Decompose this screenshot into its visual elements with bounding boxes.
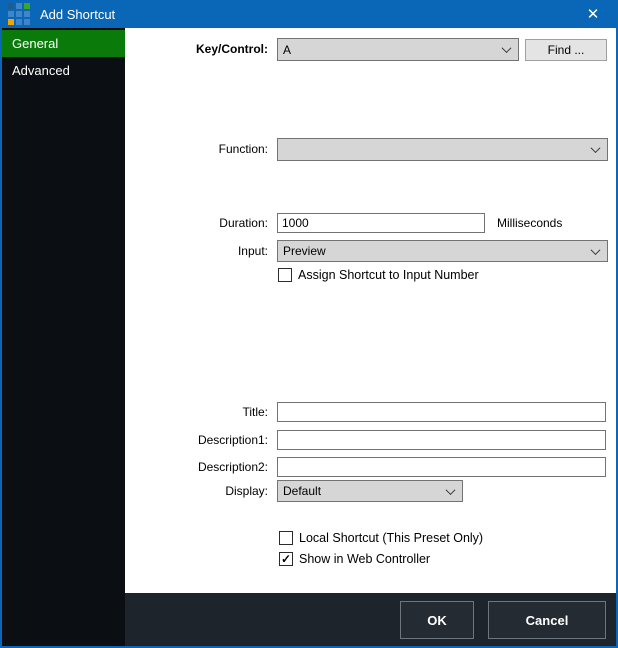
add-shortcut-dialog: Add Shortcut ✕ General Advanced Key/Cont… xyxy=(0,0,618,648)
titlebar: Add Shortcut ✕ xyxy=(2,0,616,28)
close-icon: ✕ xyxy=(587,5,600,23)
tab-label: Advanced xyxy=(12,63,70,78)
chevron-down-icon xyxy=(446,485,456,495)
find-button[interactable]: Find ... xyxy=(525,39,607,61)
milliseconds-label: Milliseconds xyxy=(497,213,562,233)
tab-label: General xyxy=(12,36,58,51)
description1-input[interactable] xyxy=(277,430,606,450)
title-label: Title: xyxy=(242,402,268,422)
sidebar-item-advanced[interactable]: Advanced xyxy=(2,57,125,84)
chevron-down-icon xyxy=(591,245,601,255)
local-shortcut-checkbox[interactable] xyxy=(279,531,293,545)
input-label: Input: xyxy=(238,240,268,262)
ok-button[interactable]: OK xyxy=(400,601,474,639)
assign-shortcut-checkbox[interactable] xyxy=(278,268,292,282)
input-dropdown[interactable]: Preview xyxy=(277,240,608,262)
description2-input[interactable] xyxy=(277,457,606,477)
cancel-button[interactable]: Cancel xyxy=(488,601,606,639)
web-controller-checkbox-row: ✓ Show in Web Controller xyxy=(279,552,430,566)
key-control-label: Key/Control: xyxy=(196,38,268,61)
window-title: Add Shortcut xyxy=(40,7,115,22)
input-value: Preview xyxy=(283,244,326,258)
app-icon xyxy=(8,3,30,25)
display-dropdown[interactable]: Default xyxy=(277,480,463,502)
local-shortcut-label: Local Shortcut (This Preset Only) xyxy=(299,531,483,545)
description1-label: Description1: xyxy=(198,430,268,450)
sidebar-item-general[interactable]: General xyxy=(2,30,125,57)
key-control-value: A xyxy=(283,43,291,57)
function-label: Function: xyxy=(219,138,268,161)
display-value: Default xyxy=(283,484,321,498)
description2-label: Description2: xyxy=(198,457,268,477)
checkmark-icon: ✓ xyxy=(281,553,291,565)
chevron-down-icon xyxy=(502,43,512,53)
general-panel: Key/Control: A Find ... Function: Durati… xyxy=(125,28,616,593)
display-label: Display: xyxy=(225,480,268,502)
web-controller-checkbox[interactable]: ✓ xyxy=(279,552,293,566)
local-shortcut-checkbox-row: Local Shortcut (This Preset Only) xyxy=(279,531,483,545)
web-controller-label: Show in Web Controller xyxy=(299,552,430,566)
assign-shortcut-checkbox-row: Assign Shortcut to Input Number xyxy=(278,268,479,282)
footer-bar: OK Cancel xyxy=(125,593,616,646)
title-input[interactable] xyxy=(277,402,606,422)
key-control-dropdown[interactable]: A xyxy=(277,38,519,61)
assign-shortcut-label: Assign Shortcut to Input Number xyxy=(298,268,479,282)
sidebar: General Advanced xyxy=(2,28,125,646)
function-dropdown[interactable] xyxy=(277,138,608,161)
duration-input[interactable] xyxy=(277,213,485,233)
chevron-down-icon xyxy=(591,143,601,153)
duration-label: Duration: xyxy=(219,213,268,233)
close-button[interactable]: ✕ xyxy=(570,0,616,28)
